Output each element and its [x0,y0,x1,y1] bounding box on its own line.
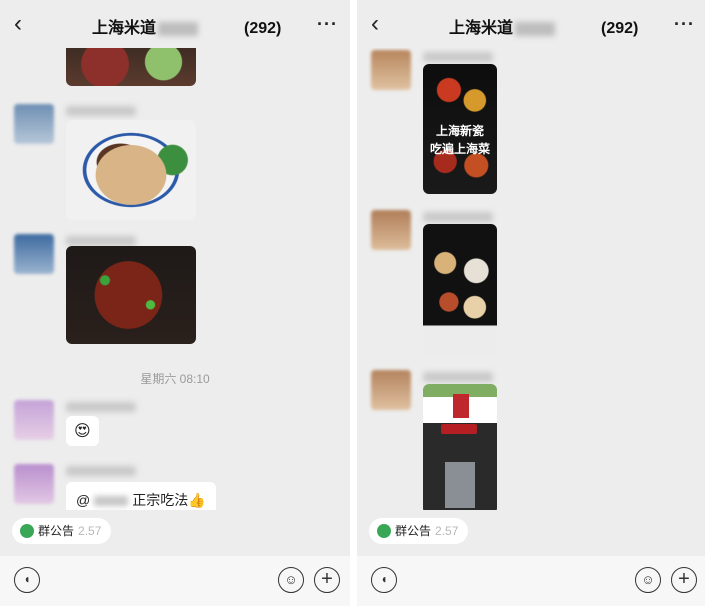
chevron-left-icon[interactable]: ‹ [14,10,36,38]
notice-extra: 2.57 [435,524,459,538]
mention-message[interactable]: @ 正宗吃法👍 [66,482,216,510]
timestamp: 星期六 08:10 [140,372,210,386]
plus-icon[interactable]: + [671,567,697,593]
emoji-icon[interactable]: ☺ [278,567,304,593]
sender-name [423,52,493,62]
member-count: (292) [601,20,639,37]
sender-name [66,402,136,412]
input-bar: ◖ ☺ + [357,556,705,606]
group-title: 上海米道 (292) [449,14,638,38]
store-banner [453,394,469,418]
mention-text: 正宗吃法 [132,492,189,508]
chat-screen-left: ‹ 上海米道 (292) ··· 星期六 08:10 😍 @ 正宗吃法👍 群公告… [0,0,350,606]
blurred-name [158,21,199,36]
avatar[interactable] [14,464,54,504]
store-door [445,462,475,508]
member-count: (292) [244,20,282,37]
blurred-name [515,21,556,36]
chat-header: ‹ 上海米道 (292) ··· [357,0,705,48]
message-list[interactable]: 上海新瓷 吃遍上海菜 [357,48,705,510]
notice-label: 群公告 [38,524,75,538]
sender-name [66,106,136,116]
blurred-mention [94,496,129,507]
menu-text-line: 吃遍上海菜 [429,142,490,156]
avatar[interactable] [371,370,411,410]
food-photo[interactable] [66,246,196,344]
notice-icon [20,523,34,538]
group-notice-chip[interactable]: 群公告 2.57 [12,518,112,544]
avatar[interactable] [14,104,54,144]
menu-photo[interactable]: 上海新瓷 吃遍上海菜 [423,64,497,194]
ellipsis-icon[interactable]: ··· [317,14,338,35]
chevron-left-icon[interactable]: ‹ [371,10,393,38]
food-photo[interactable] [66,120,196,220]
menu-text-line: 上海新瓷 [435,124,484,138]
voice-icon[interactable]: ◖ [371,567,397,593]
group-name: 上海米道 [449,20,514,37]
plus-icon[interactable]: + [314,567,340,593]
emoji-message[interactable]: 😍 [66,416,99,446]
thumbs-up-icon: 👍 [188,492,206,508]
storefront-photo[interactable] [423,384,497,510]
sender-name [66,466,136,476]
sender-name [66,236,136,246]
food-photo[interactable] [66,48,196,86]
notice-icon [377,523,391,538]
chat-screen-right: ‹ 上海米道 (292) ··· 上海新瓷 吃遍上海菜 群公告 2.57 ◖ ☺… [357,0,705,606]
avatar[interactable] [371,210,411,250]
notice-label: 群公告 [395,524,432,538]
menu-photo[interactable] [423,224,497,354]
sender-name [423,212,493,222]
store-sign [441,424,477,434]
voice-icon[interactable]: ◖ [14,567,40,593]
notice-extra: 2.57 [78,524,102,538]
avatar[interactable] [14,400,54,440]
emoji-icon[interactable]: ☺ [635,567,661,593]
input-bar: ◖ ☺ + [0,556,350,606]
group-name: 上海米道 [92,20,157,37]
avatar[interactable] [371,50,411,90]
avatar[interactable] [14,234,54,274]
group-notice-chip[interactable]: 群公告 2.57 [369,518,469,544]
screens-container: ‹ 上海米道 (292) ··· 星期六 08:10 😍 @ 正宗吃法👍 群公告… [0,0,705,606]
mention-at: @ [76,492,91,508]
message-list[interactable]: 星期六 08:10 😍 @ 正宗吃法👍 [0,48,350,510]
sender-name [423,372,493,382]
ellipsis-icon[interactable]: ··· [674,14,695,35]
chat-header: ‹ 上海米道 (292) ··· [0,0,350,48]
group-title: 上海米道 (292) [92,14,281,38]
